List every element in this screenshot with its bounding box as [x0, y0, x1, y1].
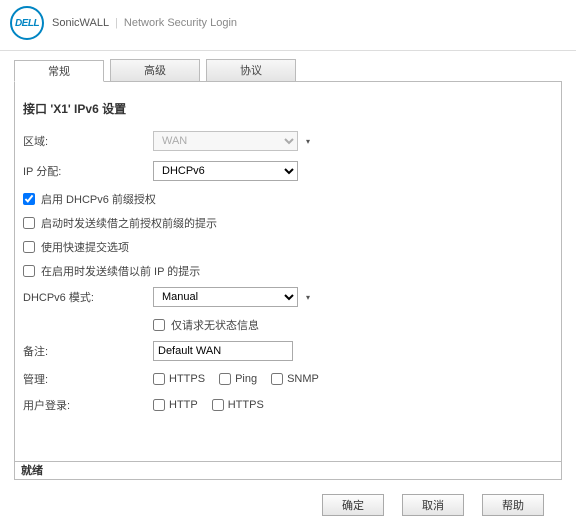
- send-hints-checkbox[interactable]: [23, 217, 35, 229]
- help-button[interactable]: 帮助: [482, 494, 544, 516]
- management-label: 管理:: [23, 371, 153, 387]
- userlogin-https-checkbox[interactable]: [212, 399, 224, 411]
- mgmt-https-checkbox[interactable]: [153, 373, 165, 385]
- mgmt-ping-label: Ping: [235, 373, 257, 385]
- userlogin-http-label: HTTP: [169, 399, 198, 411]
- dell-logo-icon: DELL: [10, 6, 44, 40]
- enable-prefix-checkbox[interactable]: [23, 193, 35, 205]
- mgmt-snmp-label: SNMP: [287, 373, 319, 385]
- dhcpv6-mode-select[interactable]: Manual: [153, 287, 298, 307]
- mgmt-https-label: HTTPS: [169, 373, 205, 385]
- brand-subtitle: Network Security Login: [124, 17, 237, 29]
- userlogin-http-checkbox[interactable]: [153, 399, 165, 411]
- ok-button[interactable]: 确定: [322, 494, 384, 516]
- send-prev-ip-checkbox[interactable]: [23, 265, 35, 277]
- rapid-commit-label: 使用快速提交选项: [41, 239, 129, 255]
- ip-assign-select[interactable]: DHCPv6: [153, 161, 298, 181]
- tab-general[interactable]: 常规: [14, 60, 104, 82]
- brand-name: SonicWALL: [52, 17, 109, 29]
- tab-bar: 常规 高级 协议: [14, 59, 562, 82]
- logo-text: DELL: [15, 18, 39, 29]
- tab-advanced[interactable]: 高级: [110, 59, 200, 81]
- stateless-only-checkbox[interactable]: [153, 319, 165, 331]
- app-header: DELL SonicWALL | Network Security Login: [0, 0, 576, 51]
- userlogin-https-label: HTTPS: [228, 399, 264, 411]
- dialog-buttons: 确定 取消 帮助: [0, 480, 562, 526]
- mgmt-ping-checkbox[interactable]: [219, 373, 231, 385]
- userlogin-label: 用户登录:: [23, 397, 153, 413]
- enable-prefix-label: 启用 DHCPv6 前缀授权: [41, 191, 156, 207]
- zone-select: WAN: [153, 131, 298, 151]
- page-title: 接口 'X1' IPv6 设置: [23, 100, 553, 117]
- cancel-button[interactable]: 取消: [402, 494, 464, 516]
- ip-assign-label: IP 分配:: [23, 163, 153, 179]
- dhcpv6-mode-label: DHCPv6 模式:: [23, 289, 153, 305]
- note-label: 备注:: [23, 343, 153, 359]
- tab-protocol[interactable]: 协议: [206, 59, 296, 81]
- note-input[interactable]: [153, 341, 293, 361]
- status-bar: 就绪: [14, 462, 562, 480]
- settings-panel: 接口 'X1' IPv6 设置 区域: WAN ▾ IP 分配: DHCPv6 …: [14, 82, 562, 462]
- send-prev-ip-label: 在启用时发送续借以前 IP 的提示: [41, 263, 200, 279]
- chevron-down-icon: ▾: [306, 293, 310, 302]
- mgmt-snmp-checkbox[interactable]: [271, 373, 283, 385]
- chevron-down-icon: ▾: [306, 137, 310, 146]
- rapid-commit-checkbox[interactable]: [23, 241, 35, 253]
- send-hints-label: 启动时发送续借之前授权前缀的提示: [41, 215, 217, 231]
- stateless-only-label: 仅请求无状态信息: [171, 317, 259, 333]
- brand-separator: |: [115, 17, 118, 29]
- zone-label: 区域:: [23, 133, 153, 149]
